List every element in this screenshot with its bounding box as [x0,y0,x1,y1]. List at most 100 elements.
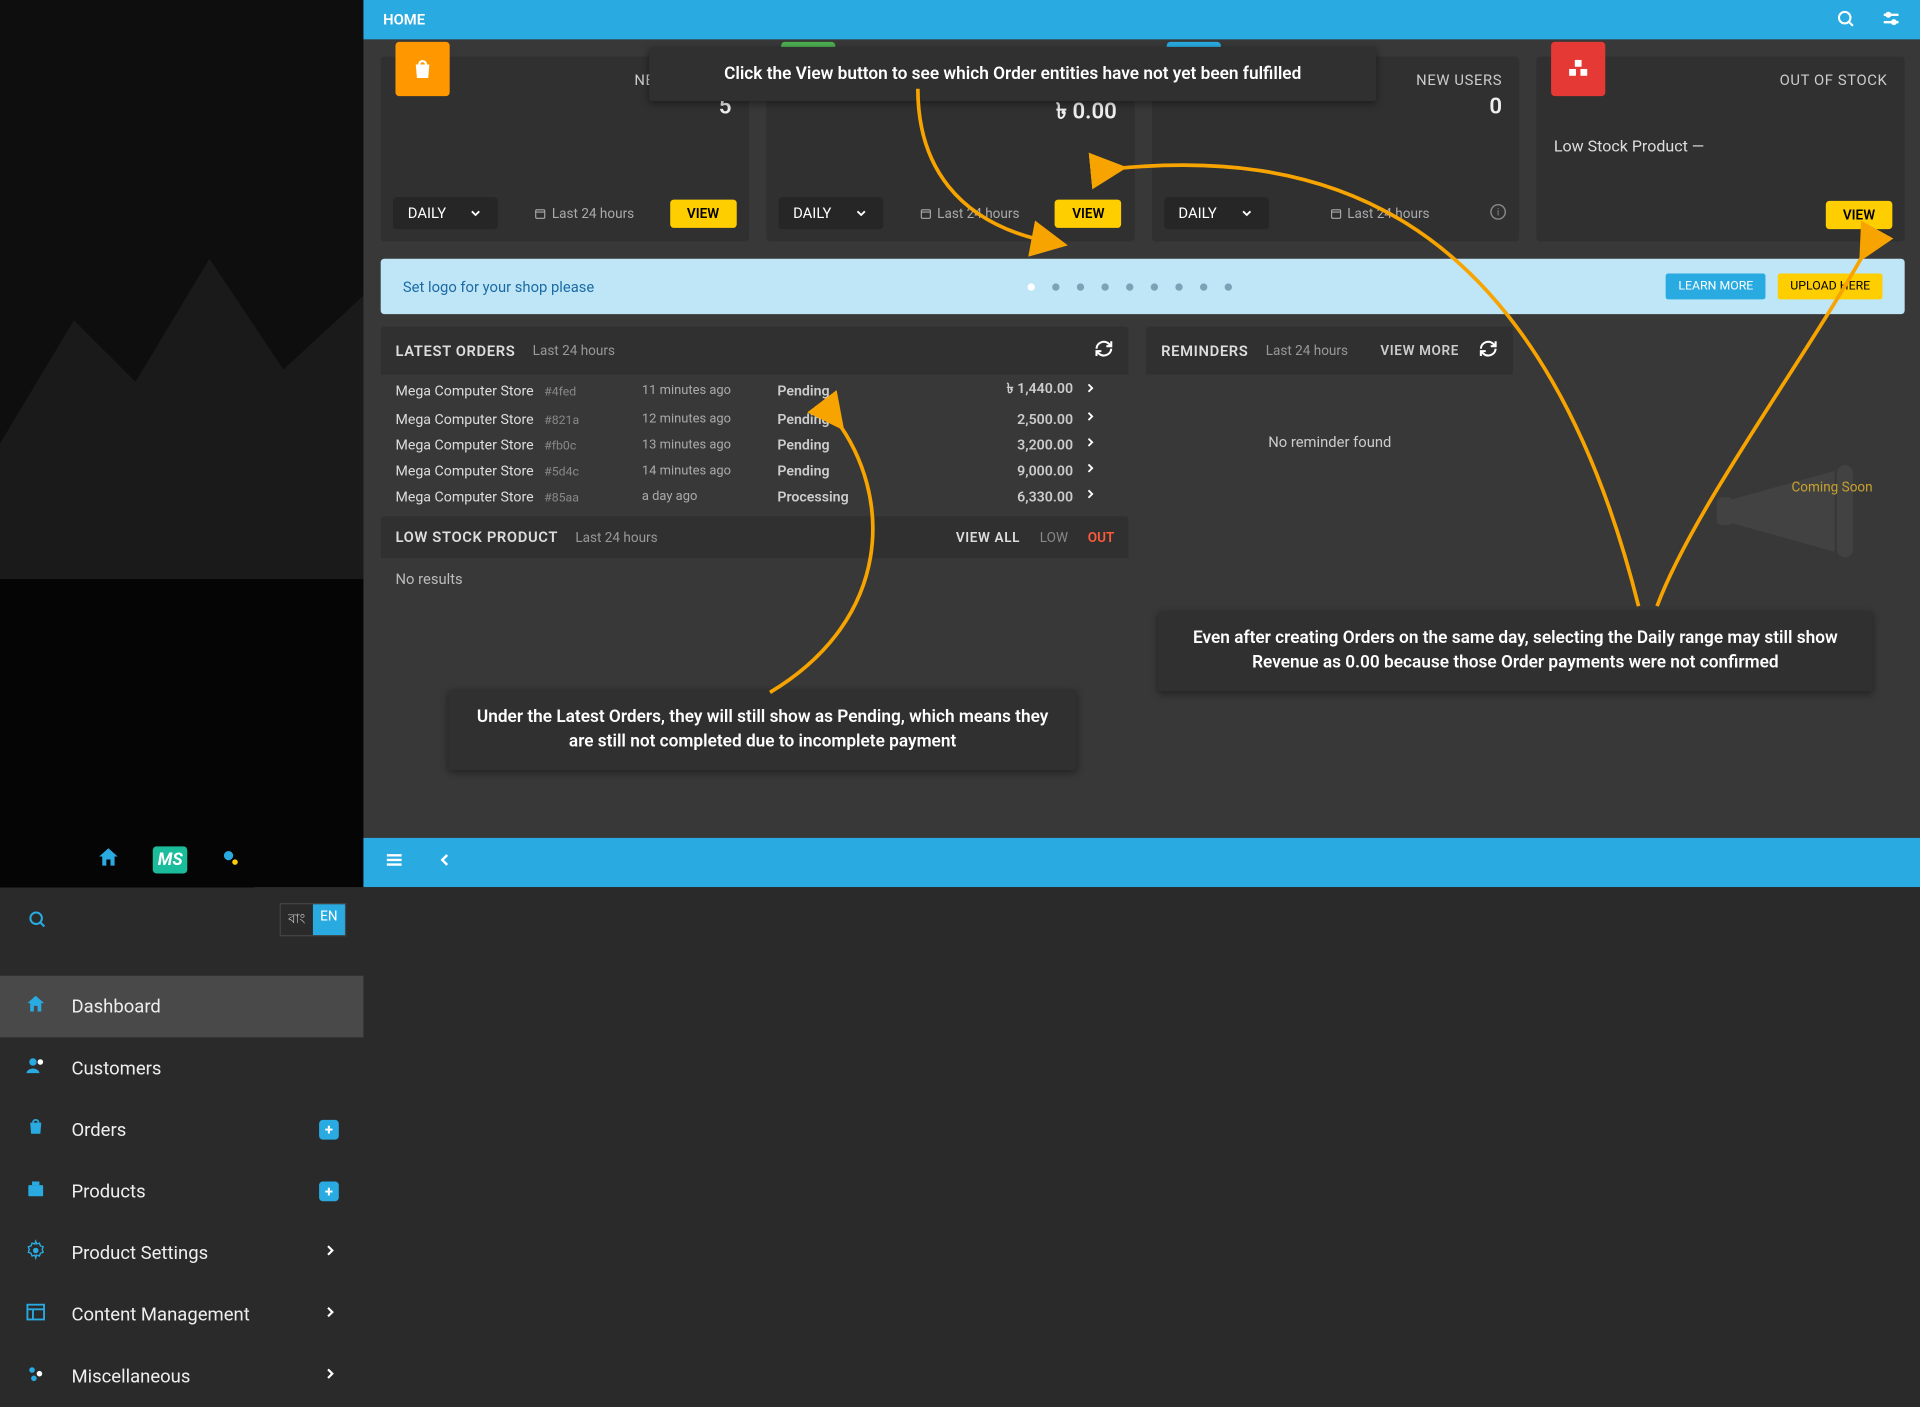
breadcrumb-home[interactable]: HOME [383,11,425,28]
view-button[interactable]: VIEW [670,199,737,227]
low-filter[interactable]: LOW [1040,529,1068,545]
users-icon [25,1055,52,1082]
order-amount: 6,330.00 [925,487,1073,504]
banner-dots[interactable] [1028,283,1233,290]
add-order-button[interactable]: + [319,1120,339,1140]
gear-icon [25,1239,52,1266]
window-label: Last 24 hours [533,205,634,221]
boxes-icon [1551,42,1605,96]
panel-window: Last 24 hours [1266,342,1348,358]
order-status: Pending [777,381,925,398]
sidebar-item-orders[interactable]: Orders + [0,1099,363,1161]
chevron-right-icon [1073,487,1098,505]
order-status: Pending [777,436,925,453]
stat-label: NEW USERS [1416,71,1502,88]
out-filter[interactable]: OUT [1088,529,1115,545]
order-time: 14 minutes ago [642,462,778,478]
topbar-sliders-icon[interactable] [1880,7,1902,33]
view-button[interactable]: VIEW [1826,201,1893,229]
footer-home-icon[interactable] [96,845,121,875]
sidebar-item-customers[interactable]: Customers [0,1037,363,1099]
order-hash: #85aa [541,491,579,505]
window-label: Last 24 hours [1329,205,1430,221]
coming-soon-text: Coming Soon [1791,479,1872,495]
order-hash: #5d4c [541,465,579,479]
order-store: Mega Computer Store #821a [395,410,641,427]
content-icon [25,1301,52,1328]
sidebar-item-label: Products [71,1180,145,1202]
panel-title: REMINDERS [1161,342,1248,359]
banner: Set logo for your shop please LEARN MORE… [381,259,1905,314]
refresh-icon[interactable] [1095,339,1115,362]
svg-text:i: i [1497,207,1499,218]
view-more-link[interactable]: VIEW MORE [1380,342,1459,358]
chevron-right-icon [322,1365,339,1387]
sidebar-item-miscellaneous[interactable]: Miscellaneous [0,1345,363,1407]
topbar-search-icon[interactable] [1836,8,1856,31]
sidebar-search-button[interactable] [17,899,56,938]
chevron-right-icon [322,1303,339,1325]
banner-message: Set logo for your shop please [403,278,594,295]
order-amount: 9,000.00 [925,461,1073,478]
chevron-right-icon [1073,435,1098,453]
low-stock-line: Low Stock Product — [1537,89,1905,157]
no-results: No results [381,558,1129,600]
order-status: Processing [777,487,925,504]
footer-settings-icon[interactable] [220,846,242,873]
reminders-empty: No reminder found [1146,375,1513,511]
lang-bn[interactable]: বাং [281,904,313,935]
order-time: a day ago [642,488,778,504]
order-hash: #fb0c [541,439,576,453]
upload-here-button[interactable]: UPLOAD HERE [1778,274,1883,300]
view-button[interactable]: VIEW [1055,199,1122,227]
sidebar-item-product-settings[interactable]: Product Settings [0,1222,363,1284]
table-row[interactable]: Mega Computer Store #85aaa day agoProces… [381,483,1129,509]
chevron-right-icon [1073,381,1098,399]
range-select[interactable]: DAILY [778,197,883,229]
language-switch[interactable]: বাং EN [279,902,346,935]
order-store: Mega Computer Store #fb0c [395,436,641,453]
table-row[interactable]: Mega Computer Store #fb0c13 minutes agoP… [381,431,1129,457]
refresh-icon[interactable] [1479,339,1499,362]
sidebar-item-label: Customers [71,1057,161,1079]
panel-coming-soon: Coming Soon [1530,326,1904,609]
chevron-right-icon [1073,409,1098,427]
info-circle-icon[interactable]: i [1490,201,1507,224]
learn-more-button[interactable]: LEARN MORE [1666,274,1766,300]
menu-icon[interactable] [383,849,405,876]
tooltip-top: Click the View button to see which Order… [649,47,1376,102]
bag-icon [395,42,449,96]
tooltip-bottom-left: Under the Latest Orders, they will still… [448,690,1076,770]
order-time: 11 minutes ago [642,382,778,398]
order-hash: #821a [541,413,579,427]
back-icon[interactable] [435,850,455,875]
window-label: Last 24 hours [919,205,1020,221]
table-row[interactable]: Mega Computer Store #821a12 minutes agoP… [381,405,1129,431]
ms-badge[interactable]: MS [153,846,188,873]
add-product-button[interactable]: + [319,1181,339,1201]
sidebar-item-dashboard[interactable]: Dashboard [0,976,363,1038]
panel-title: LATEST ORDERS [395,342,515,359]
sidebar-item-products[interactable]: Products + [0,1161,363,1223]
table-row[interactable]: Mega Computer Store #4fed11 minutes agoP… [381,375,1129,406]
card-out-of-stock: OUT OF STOCK Low Stock Product — VIEW [1537,57,1905,242]
range-select[interactable]: DAILY [393,197,498,229]
tooltip-bottom-right: Even after creating Orders on the same d… [1158,611,1873,691]
order-status: Pending [777,461,925,478]
panel-window: Last 24 hours [575,529,657,545]
order-amount: ৳ 1,440.00 [925,378,1073,401]
chevron-right-icon [322,1242,339,1264]
order-amount: 3,200.00 [925,436,1073,453]
range-select[interactable]: DAILY [1164,197,1269,229]
panel-title: LOW STOCK PRODUCT [395,529,558,546]
view-all-link[interactable]: VIEW ALL [956,529,1020,545]
table-row[interactable]: Mega Computer Store #5d4c14 minutes agoP… [381,457,1129,483]
order-store: Mega Computer Store #5d4c [395,461,641,478]
order-time: 13 minutes ago [642,436,778,452]
lang-en[interactable]: EN [313,904,345,935]
sidebar-item-label: Content Management [71,1303,249,1325]
topbar: HOME [363,0,1920,39]
order-time: 12 minutes ago [642,410,778,426]
orders-icon [25,1116,52,1143]
sidebar-item-content-management[interactable]: Content Management [0,1284,363,1346]
